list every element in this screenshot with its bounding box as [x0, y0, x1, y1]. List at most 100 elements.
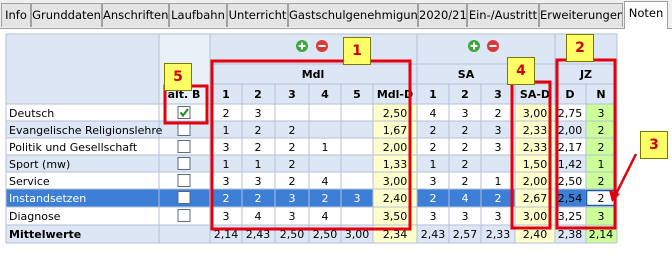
sa-header: SA [458, 68, 475, 81]
mdl-average-cell: 2,40 [383, 192, 408, 205]
alt-b-checkbox[interactable] [177, 191, 191, 204]
sa-grade-cell: 3 [430, 175, 437, 188]
sa-grade-cell: 3 [495, 141, 502, 154]
sa-grade-cell: 2 [495, 192, 502, 205]
jz-average-cell: 2,00 [558, 124, 583, 137]
alt-b-checkbox[interactable] [177, 209, 191, 222]
subject-name: Diagnose [9, 210, 61, 223]
footer-label: Mittelwerte [9, 228, 81, 241]
mdl-grade-cell: 2 [255, 141, 262, 154]
sa-grade-cell: 2 [462, 141, 469, 154]
footer-jz-average: 2,38 [558, 228, 583, 241]
jz-grade-cell: 3 [598, 210, 605, 223]
tab-noten[interactable]: Noten [624, 1, 668, 29]
mdl-col-header: 1 [222, 88, 230, 101]
sa-average-cell: 2,33 [523, 141, 548, 154]
sa-avg-col-header: SA-D [520, 88, 550, 101]
sa-average-cell: 2,33 [523, 124, 548, 137]
mdl-grade-cell: 3 [289, 192, 296, 205]
mdl-grade-cell: 3 [223, 141, 230, 154]
callout-3: 3 [640, 131, 668, 159]
sa-grade-cell: 3 [495, 124, 502, 137]
subject-name: Service [9, 175, 50, 188]
mdl-average-cell: 2,50 [383, 107, 408, 120]
mdl-grade-cell: 2 [289, 141, 296, 154]
callout-5: 5 [164, 63, 192, 91]
mdl-col-header: 5 [353, 88, 361, 101]
mdl-grade-cell: 3 [354, 192, 361, 205]
mdl-average-cell: 1,67 [383, 124, 408, 137]
sa-grade-cell: 4 [430, 107, 437, 120]
alt-b-checkbox[interactable] [177, 106, 191, 119]
sa-average-cell: 3,00 [523, 107, 548, 120]
subject-name: Instandsetzen [9, 192, 86, 205]
alt-b-checkbox[interactable] [177, 123, 191, 136]
sa-grade-cell: 3 [430, 210, 437, 223]
jz-d-col-header: D [565, 88, 574, 101]
footer-sa-average: 2,40 [523, 228, 548, 241]
jz-average-cell: 2,17 [558, 141, 583, 154]
mdl-grade-cell: 1 [223, 124, 230, 137]
mdl-average-cell: 1,33 [383, 158, 408, 171]
sa-grade-cell: 4 [462, 192, 469, 205]
mdl-col-header: 2 [254, 88, 262, 101]
footer-jz-average: 2,14 [589, 228, 614, 241]
sa-grade-cell: 2 [430, 124, 437, 137]
sa-grade-cell: 2 [430, 192, 437, 205]
mdl-grade-cell: 3 [223, 210, 230, 223]
sa-grade-cell: 2 [462, 158, 469, 171]
sa-col-header: 2 [461, 88, 469, 101]
alt-b-checkbox[interactable] [177, 174, 191, 187]
sa-grade-cell: 2 [462, 175, 469, 188]
mdl-grade-cell: 1 [223, 158, 230, 171]
mdl-add-button[interactable] [296, 40, 308, 52]
sa-grade-cell: 1 [430, 158, 437, 171]
footer-sa-average: 2,43 [421, 228, 446, 241]
mdl-grade-cell: 2 [289, 158, 296, 171]
mdl-grade-cell: 3 [289, 210, 296, 223]
mdl-grade-cell: 2 [255, 124, 262, 137]
jz-average-cell: 3,25 [558, 210, 583, 223]
alt-b-checkbox[interactable] [177, 157, 191, 170]
mdl-grade-cell: 1 [322, 141, 329, 154]
sa-col-header: 1 [429, 88, 437, 101]
sa-grade-cell: 2 [462, 124, 469, 137]
jz-n-col-header: N [596, 88, 605, 101]
mdl-average-cell: 3,00 [383, 175, 408, 188]
footer-sa-average: 2,33 [486, 228, 511, 241]
mdl-grade-cell: 2 [223, 107, 230, 120]
jz-average-cell: 1,42 [558, 158, 583, 171]
mdl-average-cell: 3,50 [383, 210, 408, 223]
mdl-grade-cell: 4 [255, 210, 262, 223]
jz-grade-cell: 2 [598, 141, 605, 154]
jz-grade-cell: 2 [598, 124, 605, 137]
mdl-grade-cell: 2 [223, 192, 230, 205]
mdl-grade-cell: 2 [322, 192, 329, 205]
sa-add-button[interactable] [468, 40, 480, 52]
sa-grade-cell: 2 [430, 141, 437, 154]
mdl-grade-cell: 1 [255, 158, 262, 171]
sa-average-cell: 2,67 [523, 192, 548, 205]
jz-grade-cell: 2 [598, 192, 605, 205]
sa-grade-cell: 3 [495, 210, 502, 223]
mdl-grade-cell: 3 [255, 175, 262, 188]
sa-average-cell: 1,50 [523, 158, 548, 171]
sa-col-header: 3 [494, 88, 502, 101]
callout-4: 4 [507, 57, 535, 85]
jz-average-cell: 2,75 [558, 107, 583, 120]
mdl-col-header: 4 [321, 88, 329, 101]
jz-grade-cell: 1 [598, 158, 605, 171]
sa-remove-button[interactable] [487, 40, 499, 52]
mdl-grade-cell: 4 [322, 210, 329, 223]
sa-average-cell: 3,00 [523, 210, 548, 223]
jz-average-cell: 2,50 [558, 175, 583, 188]
subject-name: Sport (mw) [9, 158, 70, 171]
mdl-remove-button[interactable] [316, 40, 328, 52]
jz-average-cell: 2,54 [558, 192, 583, 205]
callout-2: 2 [566, 34, 594, 62]
footer-sa-average: 2,57 [453, 228, 478, 241]
subject-name: Deutsch [9, 107, 54, 120]
callout-1: 1 [343, 37, 371, 65]
mdl-grade-cell: 4 [322, 175, 329, 188]
alt-b-checkbox[interactable] [177, 140, 191, 153]
